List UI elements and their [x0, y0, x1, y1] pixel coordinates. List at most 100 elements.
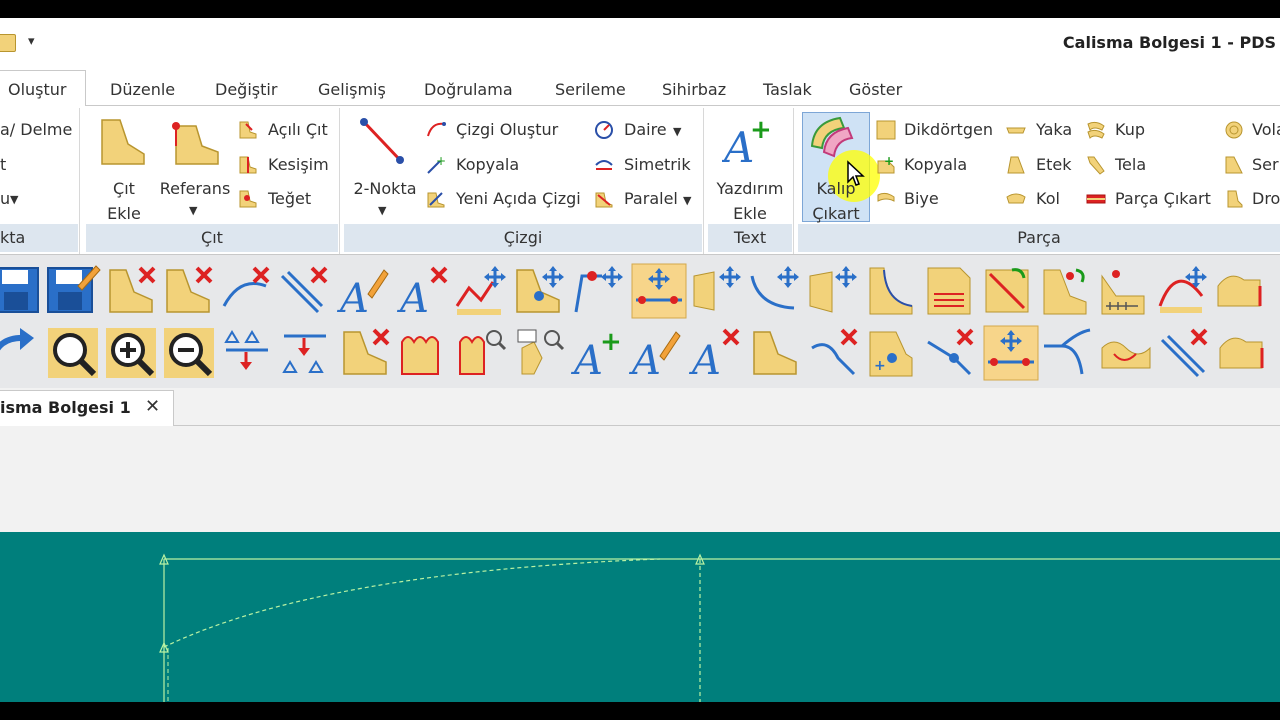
piece-shape-icon — [753, 331, 797, 375]
shift-piece-icon — [1219, 337, 1264, 369]
etek-button[interactable]: Etek — [1036, 155, 1072, 174]
tab-taslak[interactable]: Taslak — [763, 80, 812, 99]
grade-icon — [1101, 270, 1145, 315]
yeni-acida-cizgi-button[interactable]: Yeni Açıda Çizgi — [456, 189, 581, 208]
tab-duzenle[interactable]: Düzenle — [110, 80, 175, 99]
move-point-icon — [516, 264, 566, 313]
simetrik-button[interactable]: Simetrik — [624, 155, 691, 174]
save-icon — [0, 267, 39, 313]
ribbon-item-nokta-2[interactable]: t — [0, 155, 6, 174]
delete-lines-icon — [1160, 328, 1208, 378]
kopyala-parca-button[interactable]: Kopyala — [904, 155, 967, 174]
kol-button[interactable]: Kol — [1036, 189, 1060, 208]
svg-text:A: A — [570, 338, 603, 384]
create-line-icon — [427, 122, 446, 137]
svg-text:+: + — [884, 155, 894, 168]
move-rect-icon — [809, 264, 859, 313]
referans-button[interactable]: Referans — [158, 176, 232, 201]
group-label-text: Text — [708, 224, 792, 252]
move-notch-icon — [574, 264, 625, 313]
delete-point2-icon — [927, 328, 974, 376]
copy-piece-icon: + — [877, 155, 895, 174]
chevron-down-icon[interactable]: ▼ — [683, 194, 691, 207]
seri-button[interactable]: Seri — [1252, 155, 1280, 174]
window-title: Calisma Bolgesi 1 - PDS — [1062, 33, 1276, 52]
iki-nokta-button[interactable]: 2-Nokta — [348, 176, 422, 201]
chevron-down-icon[interactable]: ▼ — [189, 204, 197, 217]
tab-degistir[interactable]: Değiştir — [215, 80, 277, 99]
tab-gelismis[interactable]: Gelişmiş — [318, 80, 386, 99]
arc-move-icon — [1158, 264, 1209, 313]
close-tab-icon[interactable]: ✕ — [145, 396, 160, 417]
aciili-cit-button[interactable]: Açılı Çıt — [268, 120, 328, 139]
chevron-down-icon[interactable]: ▼ — [378, 204, 386, 217]
ribbon-item-delme[interactable]: a/ Delme — [0, 120, 72, 139]
ribbon-item-nokta-3[interactable]: u — [0, 189, 10, 208]
delete-text-tool-icon: A — [688, 328, 740, 384]
tab-sihirbaz[interactable]: Sihirbaz — [662, 80, 726, 99]
series-icon — [1225, 156, 1243, 174]
angled-notch-icon — [239, 121, 257, 139]
dikdortgen-button[interactable]: Dikdörtgen — [904, 120, 993, 139]
svg-text:+: + — [600, 327, 622, 357]
group-label-cizgi: Çizgi — [344, 224, 702, 252]
wave-piece-icon — [1101, 341, 1151, 369]
intersection-notch-icon — [239, 156, 257, 174]
workspace-blank-area — [0, 426, 1280, 532]
paralel-button[interactable]: Paralel — [624, 189, 678, 208]
cizgi-olustur-button[interactable]: Çizgi Oluştur — [456, 120, 558, 139]
collar-icon — [1006, 127, 1026, 134]
kesisim-button[interactable]: Kesişim — [268, 155, 329, 174]
rectangle-piece-icon — [876, 120, 896, 140]
ribbon-tab-bar — [0, 66, 1280, 106]
chevron-down-icon[interactable]: ▼ — [673, 125, 681, 138]
grid-search-icon — [517, 329, 565, 375]
yazdirim-ekle-button[interactable]: Yazdırım Ekle — [708, 176, 792, 226]
sleeve-icon — [1006, 193, 1026, 204]
add-text-icon: A + — [722, 116, 772, 168]
svg-text:+: + — [874, 358, 886, 374]
toolbar-icons: A A A+ A A + — [0, 263, 1264, 384]
pattern-drawing — [159, 553, 1280, 702]
parca-cikart-button[interactable]: Parça Çıkart — [1115, 189, 1211, 208]
delete-text-icon: A — [396, 266, 448, 322]
tangent-notch-icon — [239, 190, 257, 208]
zoom-fit-icon — [48, 328, 98, 378]
daire-button[interactable]: Daire — [624, 120, 667, 139]
cit-ekle-button[interactable]: Çıt Ekle — [98, 176, 150, 226]
kup-button[interactable]: Kup — [1115, 120, 1145, 139]
mouse-pointer-icon — [847, 160, 865, 186]
document-tab-label[interactable]: isma Bolgesi 1 — [0, 398, 131, 417]
open-folder-icon[interactable] — [0, 34, 16, 52]
tab-goster[interactable]: Göster — [849, 80, 902, 99]
curve-piece-icon — [869, 267, 913, 315]
yaka-button[interactable]: Yaka — [1036, 120, 1072, 139]
teget-button[interactable]: Teğet — [268, 189, 311, 208]
skirt-icon — [1007, 156, 1025, 174]
zoom-in-icon — [106, 328, 156, 378]
rotate-curve-icon — [750, 264, 801, 310]
dro-button[interactable]: Dro — [1252, 189, 1280, 208]
split-curve-icon — [1044, 328, 1091, 375]
binding-icon — [877, 192, 895, 202]
notch-add-icon — [101, 119, 145, 165]
symmetric-icon — [595, 160, 613, 170]
tab-dogrulama[interactable]: Doğrulama — [424, 80, 513, 99]
chevron-down-icon[interactable]: ▼ — [10, 193, 18, 206]
drop-icon — [1227, 190, 1243, 208]
quick-access-dropdown-icon[interactable]: ▾ — [28, 34, 35, 49]
vola-button[interactable]: Vola — [1252, 120, 1280, 139]
svg-text:+: + — [750, 116, 772, 145]
cup-icon — [1087, 121, 1105, 139]
kopyala-cizgi-button[interactable]: Kopyala — [456, 155, 519, 174]
delete-line-icon — [222, 266, 270, 307]
new-angle-line-icon — [427, 192, 445, 208]
delete-point-icon — [166, 266, 213, 313]
tab-serileme[interactable]: Serileme — [555, 80, 626, 99]
biye-button[interactable]: Biye — [904, 189, 939, 208]
tela-button[interactable]: Tela — [1115, 155, 1146, 174]
shift-curve-icon — [1217, 275, 1262, 307]
tab-olustur[interactable]: Oluştur — [8, 80, 67, 99]
move-piece-icon — [693, 264, 743, 311]
black-letterbox-bottom — [0, 702, 1280, 720]
